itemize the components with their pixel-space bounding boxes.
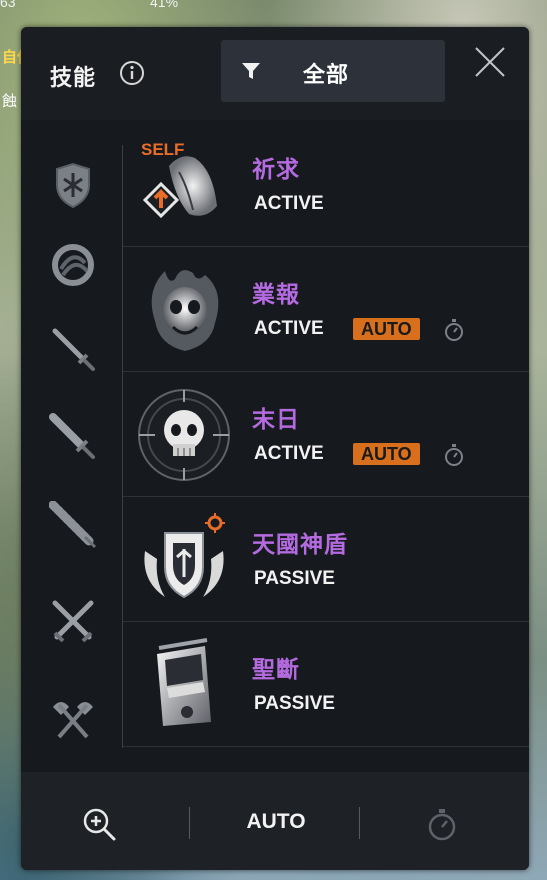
self-label: SELF [141, 140, 184, 159]
hud-text-line: 蝕 [2, 93, 18, 110]
crossed-swords-icon[interactable] [49, 597, 97, 645]
skill-name: 天國神盾 [252, 531, 348, 557]
spear-icon[interactable] [49, 501, 97, 549]
skill-name: 祈求 [252, 156, 300, 182]
skill-row[interactable]: SELF 祈求 ACTIVE [123, 122, 529, 247]
category-sidebar [41, 145, 121, 755]
zoom-in-icon[interactable] [81, 806, 117, 842]
panel-footer: AUTO [21, 772, 529, 870]
skill-name: 業報 [252, 281, 300, 307]
skill-row[interactable]: 業報 ACTIVE AUTO [123, 247, 529, 372]
close-icon[interactable] [473, 45, 507, 79]
skill-name: 聖斷 [252, 656, 300, 682]
filter-dropdown[interactable]: 全部 [221, 40, 445, 102]
filter-label: 全部 [303, 62, 350, 87]
hud-value: 63 [0, 0, 16, 10]
sword-icon[interactable] [49, 325, 97, 373]
skill-type: ACTIVE [254, 193, 324, 214]
skill-name: 末日 [252, 406, 300, 432]
flaming-skull-icon [151, 270, 219, 351]
filter-icon [242, 63, 260, 79]
guillotine-icon [157, 638, 211, 726]
orb-icon[interactable] [49, 241, 97, 289]
auto-badge: AUTO [353, 318, 420, 340]
stopwatch-icon[interactable] [443, 443, 465, 467]
skill-row[interactable]: 末日 ACTIVE AUTO [123, 372, 529, 497]
winged-shield-icon [144, 513, 225, 599]
skill-row[interactable]: 聖斷 PASSIVE [123, 622, 529, 747]
skill-type: ACTIVE [254, 318, 324, 339]
skill-type: PASSIVE [254, 693, 335, 714]
skill-type: PASSIVE [254, 568, 335, 589]
crossed-axes-icon[interactable] [49, 693, 97, 741]
greatsword-icon[interactable] [49, 413, 97, 461]
skills-panel: 技能 全部 SELF 祈求 ACTIVE 業報 ACTIVE AUTO 末日 A… [21, 27, 529, 870]
targeted-skull-icon [138, 389, 230, 481]
footer-divider [189, 807, 190, 839]
panel-header: 技能 全部 [21, 27, 529, 120]
auto-button[interactable]: AUTO [221, 802, 331, 842]
skill-row[interactable]: 天國神盾 PASSIVE [123, 497, 529, 622]
stopwatch-icon[interactable] [424, 806, 460, 842]
skill-type: ACTIVE [254, 443, 324, 464]
praying-hands-icon: SELF [141, 140, 217, 219]
info-icon[interactable] [119, 60, 145, 86]
auto-badge: AUTO [353, 443, 420, 465]
stopwatch-icon[interactable] [443, 318, 465, 342]
footer-divider [359, 807, 360, 839]
hud-percent: 41% [150, 0, 179, 10]
shield-icon[interactable] [49, 161, 97, 209]
panel-title: 技能 [50, 65, 97, 90]
